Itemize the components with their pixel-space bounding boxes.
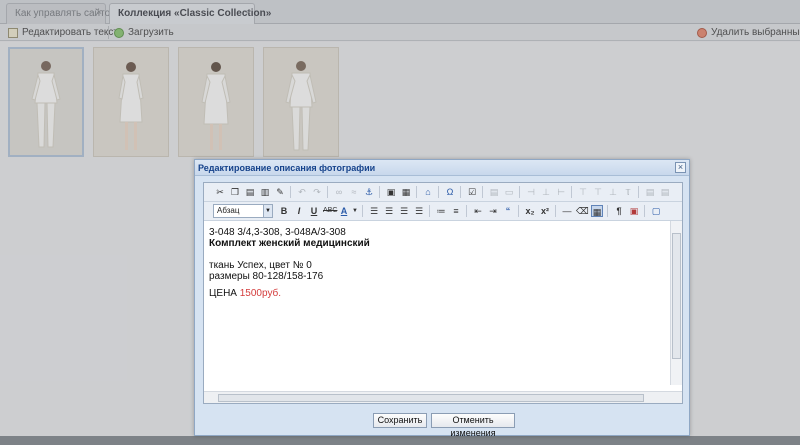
toolbar-separator — [466, 205, 467, 217]
save-button[interactable]: Сохранить — [373, 413, 427, 428]
blockquote-icon[interactable]: “ — [502, 205, 514, 217]
indent-icon[interactable]: ⇥ — [487, 205, 499, 217]
cell-icon[interactable]: ⊥ — [540, 186, 552, 198]
paste-text-icon[interactable]: ▥ — [259, 186, 271, 198]
hr-icon[interactable]: — — [561, 205, 573, 217]
close-icon[interactable]: × — [675, 162, 686, 173]
home-icon[interactable]: ⌂ — [422, 186, 434, 198]
fullscreen-icon[interactable]: ▣ — [628, 205, 640, 217]
status-strip — [0, 436, 800, 445]
cut-icon[interactable]: ✂ — [214, 186, 226, 198]
product-name: Комплект женский медицинский — [209, 238, 370, 249]
subscript-icon[interactable]: x₂ — [524, 205, 536, 217]
scroll-thumb[interactable] — [672, 233, 681, 359]
table-icon[interactable]: ▤ — [488, 186, 500, 198]
chevron-down-icon[interactable]: ▼ — [349, 205, 361, 217]
superscript-icon[interactable]: x² — [539, 205, 551, 217]
split-icon[interactable]: ⊤ — [577, 186, 589, 198]
row-before-icon[interactable]: ⊤ — [592, 186, 604, 198]
toolbar-separator — [638, 186, 639, 198]
special-char-icon[interactable]: Ω — [444, 186, 456, 198]
toolbar-separator — [482, 186, 483, 198]
flash-icon[interactable]: ▦ — [400, 186, 412, 198]
italic-icon[interactable]: I — [293, 205, 305, 217]
toolbar-separator — [555, 205, 556, 217]
toolbar-separator — [519, 186, 520, 198]
toolbar-separator — [644, 205, 645, 217]
toolbar-separator — [460, 186, 461, 198]
toolbar-separator — [429, 205, 430, 217]
toolbar-separator — [362, 205, 363, 217]
strike-icon[interactable]: ABC — [323, 205, 337, 217]
editor-toolbar-row-2: Абзац ▼ B I U ABC A ▼ ☰ ☰ ☰ ☰ ≔ ≡ ⇤ ⇥ “ … — [204, 202, 682, 221]
col-before-icon[interactable]: ▤ — [644, 186, 656, 198]
editor-content[interactable]: 3-048 3/4,3-308, 3-048А/3-308 Комплект ж… — [209, 227, 669, 377]
scroll-thumb[interactable] — [218, 394, 644, 402]
unlink-icon[interactable]: ≈ — [348, 186, 360, 198]
rich-text-editor: ✂ ❐ ▤ ▥ ✎ ↶ ↷ ∞ ≈ ⚓ ▣ ▦ ⌂ Ω ☑ ▤ ▭ ⊣ ⊥ ⊢ … — [203, 182, 683, 404]
image-icon[interactable]: ▣ — [385, 186, 397, 198]
copy-icon[interactable]: ❐ — [229, 186, 241, 198]
horizontal-scrollbar[interactable] — [204, 391, 682, 403]
toolbar-separator — [416, 186, 417, 198]
row-icon[interactable]: ▭ — [503, 186, 515, 198]
clean-icon[interactable]: ✎ — [274, 186, 286, 198]
anchor-icon[interactable]: ⚓ — [363, 186, 375, 198]
align-right-icon[interactable]: ☰ — [398, 205, 410, 217]
delete-row-icon[interactable]: Ⲧ — [622, 186, 634, 198]
vertical-scrollbar[interactable] — [670, 221, 682, 385]
cancel-changes-button[interactable]: Отменить изменения — [431, 413, 515, 438]
bullet-list-icon[interactable]: ≔ — [435, 205, 447, 217]
price-value: 1500руб. — [239, 288, 282, 299]
product-sizes: размеры 80-128/158-176 — [209, 271, 324, 282]
preview-icon[interactable]: ▢ — [650, 205, 662, 217]
align-left-icon[interactable]: ☰ — [368, 205, 380, 217]
merge-icon[interactable]: ⊢ — [555, 186, 567, 198]
paragraph-icon[interactable]: ¶ — [613, 205, 625, 217]
format-select-value: Абзац — [217, 206, 240, 215]
remove-format-icon[interactable]: ⌫ — [576, 205, 589, 217]
numbered-list-icon[interactable]: ≡ — [450, 205, 462, 217]
toolbar-separator — [290, 186, 291, 198]
source-icon[interactable]: ☑ — [466, 186, 478, 198]
link-icon[interactable]: ∞ — [333, 186, 345, 198]
edit-description-dialog: Редактирование описания фотографии × ✂ ❐… — [194, 159, 690, 438]
align-center-icon[interactable]: ☰ — [383, 205, 395, 217]
paste-icon[interactable]: ▤ — [244, 186, 256, 198]
toolbar-separator — [438, 186, 439, 198]
toolbar-separator — [379, 186, 380, 198]
toolbar-separator — [607, 205, 608, 217]
col-after-icon[interactable]: ▤ — [659, 186, 671, 198]
col-icon[interactable]: ⊣ — [525, 186, 537, 198]
price-line: ЦЕНА 1500руб. — [209, 288, 669, 299]
row-after-icon[interactable]: ⊥ — [607, 186, 619, 198]
price-label: ЦЕНА — [209, 288, 240, 299]
chevron-down-icon: ▼ — [263, 205, 272, 217]
product-codes: 3-048 3/4,3-308, 3-048А/3-308 — [209, 227, 346, 238]
outdent-icon[interactable]: ⇤ — [472, 205, 484, 217]
toolbar-separator — [518, 205, 519, 217]
toolbar-separator — [571, 186, 572, 198]
editor-toolbar-row-1: ✂ ❐ ▤ ▥ ✎ ↶ ↷ ∞ ≈ ⚓ ▣ ▦ ⌂ Ω ☑ ▤ ▭ ⊣ ⊥ ⊢ … — [204, 183, 682, 202]
dialog-title: Редактирование описания фотографии — [195, 160, 689, 176]
visual-aid-icon[interactable]: ▦ — [591, 205, 603, 217]
underline-icon[interactable]: U — [308, 205, 320, 217]
undo-icon[interactable]: ↶ — [296, 186, 308, 198]
product-fabric: ткань Успех, цвет № 0 — [209, 260, 312, 271]
toolbar-separator — [327, 186, 328, 198]
redo-icon[interactable]: ↷ — [311, 186, 323, 198]
justify-icon[interactable]: ☰ — [413, 205, 425, 217]
format-select[interactable]: Абзац ▼ — [213, 204, 273, 218]
bold-icon[interactable]: B — [278, 205, 290, 217]
